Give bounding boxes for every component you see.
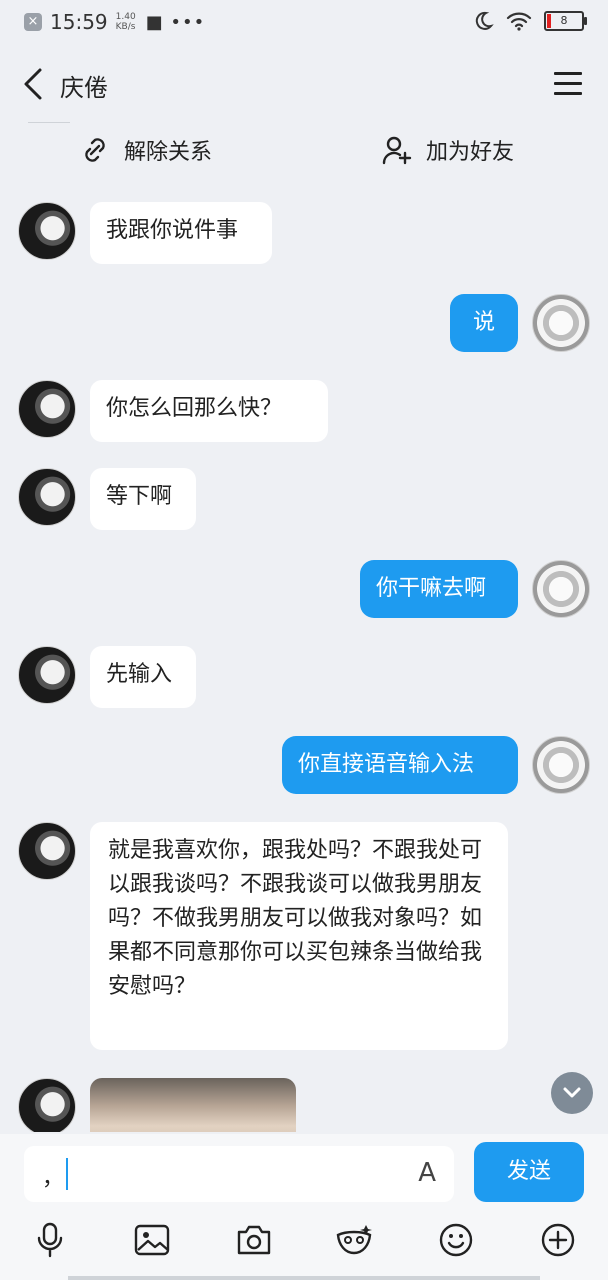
message-bubble-incoming[interactable]: 你怎么回那么快？ [90,380,328,442]
message-bubble-outgoing[interactable]: 说 [450,294,518,352]
home-indicator [68,1276,540,1280]
my-avatar[interactable] [532,560,590,618]
message-bubble-incoming[interactable]: 就是我喜欢你，跟我处吗？不跟我处可以跟我谈吗？不跟我谈可以做我男朋友吗？不做我男… [90,822,508,1050]
my-avatar[interactable] [532,736,590,794]
chat-title: 庆倦 [60,74,108,102]
add-friend-button[interactable]: 加为好友 [382,134,514,166]
send-button[interactable]: 发送 [474,1142,584,1202]
wifi-icon [506,12,532,31]
contact-avatar[interactable] [18,468,76,526]
add-friend-label: 加为好友 [426,140,515,165]
remove-relationship-button[interactable]: 解除关系 [80,134,212,166]
composer-toolbar [0,1220,608,1264]
mask-icon[interactable] [334,1220,374,1260]
message-bubble-incoming[interactable]: 我跟你说件事 [90,202,272,264]
remove-relationship-label: 解除关系 [124,140,213,165]
network-speed-unit: KB/s [115,22,136,32]
emoji-icon[interactable] [436,1220,476,1260]
chevron-down-icon [563,1087,581,1098]
contact-avatar[interactable] [18,1078,76,1132]
message-bubble-incoming[interactable]: 先输入 [90,646,196,708]
plus-icon[interactable] [538,1220,578,1260]
network-speed-value: 1.40 [115,12,136,22]
network-speed: 1.40 KB/s [116,12,138,32]
contact-avatar[interactable] [18,202,76,260]
contact-avatar[interactable] [18,646,76,704]
message-list[interactable]: 我跟你说件事 说 你怎么回那么快？ 等下啊 你干嘛去啊 先输入 你直接语音输入法… [0,180,608,1132]
text-caret [66,1158,68,1190]
status-dots: ■ ••• [145,11,206,33]
back-arrow-icon[interactable] [20,66,48,102]
message-input-value: ， [42,1166,65,1191]
moon-icon [475,11,494,30]
contact-avatar[interactable] [18,380,76,438]
relationship-actions: 解除关系 加为好友 [0,128,608,172]
message-input[interactable]: ， A [24,1146,454,1202]
image-icon[interactable] [132,1220,172,1260]
message-bubble-outgoing[interactable]: 你干嘛去啊 [360,560,518,618]
status-left: × 15:59 1.40 KB/s ■ ••• [24,10,205,34]
message-bubble-incoming[interactable]: 等下啊 [90,468,196,530]
text-format-icon[interactable]: A [418,1158,436,1188]
image-message[interactable] [90,1078,296,1132]
message-bubble-outgoing[interactable]: 你直接语音输入法 [282,736,518,794]
camera-icon[interactable] [234,1220,274,1260]
add-user-icon [382,136,412,165]
scroll-to-bottom-button[interactable] [551,1072,593,1114]
battery-value: 8 [560,14,568,27]
status-right: 8 [472,10,587,32]
battery-level [547,14,551,28]
contact-avatar[interactable] [18,822,76,880]
unlink-icon [85,138,105,162]
notification-close-icon: × [24,13,42,31]
status-bar: × 15:59 1.40 KB/s ■ ••• 8 [0,0,608,44]
my-avatar[interactable] [532,294,590,352]
header-divider [28,122,70,123]
microphone-icon[interactable] [30,1220,70,1260]
chat-header: 庆倦 [0,52,608,116]
menu-icon[interactable] [554,72,582,96]
composer: ， A 发送 [0,1134,608,1280]
battery-icon: 8 [544,11,587,31]
status-time: 15:59 [50,10,108,34]
